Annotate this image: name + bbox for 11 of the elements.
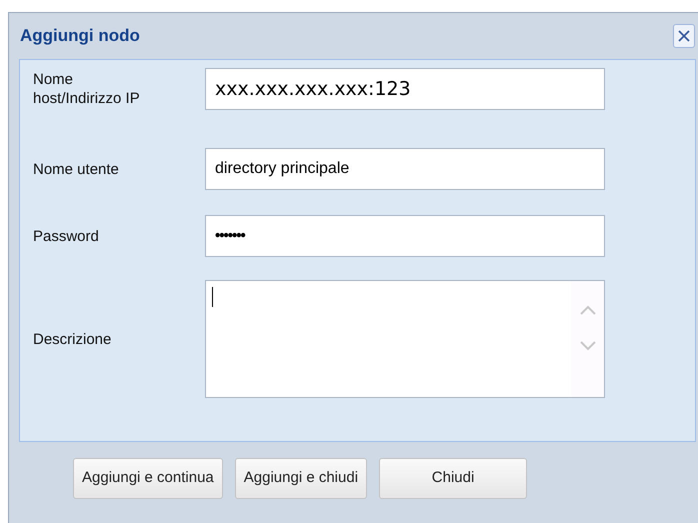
input-field[interactable]: directory principale [205, 148, 605, 190]
field-label: Nome host/Indirizzo IP [33, 70, 141, 108]
dialog-button[interactable]: Chiudi [379, 458, 528, 499]
password-field[interactable]: ••••••• [205, 215, 605, 257]
field-label: Nome utente [33, 160, 120, 178]
dialog-button[interactable]: Aggiungi e chiudi [234, 458, 368, 499]
field-label: Descrizione [33, 330, 112, 348]
dialog-title: Aggiungi nodo [20, 25, 140, 48]
input-field[interactable]: xxx.xxx.xxx.xxx:123 [205, 68, 605, 110]
field-label: Password [33, 226, 100, 246]
dialog-button[interactable]: Aggiungi e continua [73, 458, 223, 499]
